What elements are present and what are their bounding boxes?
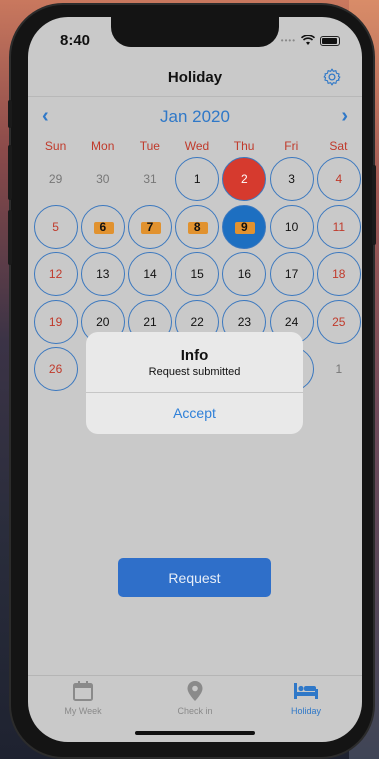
day-number: 5: [52, 219, 59, 234]
app-screen: 8:40 •••• Holiday ‹ Jan 2020 › Sun Mon Tue…: [28, 17, 362, 742]
navigation-bar: Holiday: [28, 59, 362, 97]
mute-switch: [8, 100, 12, 128]
weekday-sat: Sat: [329, 139, 348, 153]
day-number: 16: [237, 267, 252, 281]
weekday-fri: Fri: [284, 139, 299, 153]
power-button: [372, 165, 376, 245]
day-number: 8: [193, 219, 201, 234]
bed-icon: [261, 680, 351, 702]
calendar-day[interactable]: 3: [269, 157, 314, 201]
day-number: 31: [143, 172, 157, 186]
calendar-day[interactable]: 13: [80, 252, 125, 296]
calendar-icon: [38, 680, 128, 702]
day-number: 4: [335, 172, 343, 186]
day-number: 6: [99, 219, 107, 234]
tab-label: Check in: [177, 706, 213, 716]
weekday-wed: Wed: [184, 139, 210, 153]
accept-button[interactable]: Accept: [86, 392, 303, 434]
month-title: Jan 2020: [160, 107, 230, 126]
alert-title: Info: [180, 347, 209, 364]
day-number: 30: [96, 172, 110, 186]
day-number: 1: [335, 362, 343, 376]
home-indicator: [135, 731, 255, 735]
calendar-day-selected[interactable]: 9: [222, 204, 267, 249]
day-number: 26: [48, 362, 63, 376]
day-number: 29: [48, 172, 63, 186]
calendar-day[interactable]: 12: [33, 252, 78, 296]
calendar-day: 29: [34, 157, 78, 201]
calendar-day[interactable]: 5: [33, 204, 78, 249]
chevron-right-icon[interactable]: ›: [341, 105, 348, 127]
day-number: 22: [190, 314, 204, 329]
calendar-day[interactable]: 1: [175, 157, 220, 201]
wifi-icon: [301, 35, 315, 45]
month-header: ‹ Jan 2020 ›: [28, 105, 362, 129]
tab-check-in[interactable]: Check in: [150, 680, 240, 716]
day-number: 21: [143, 314, 157, 329]
calendar-day[interactable]: 17: [269, 252, 314, 296]
notch: [111, 17, 279, 47]
calendar-day[interactable]: 11: [316, 204, 361, 249]
day-number: 18: [332, 267, 346, 281]
tab-label: Holiday: [290, 706, 321, 716]
calendar-day[interactable]: 7: [128, 204, 172, 249]
calendar-day[interactable]: 14: [128, 252, 172, 296]
day-number: 25: [332, 314, 346, 329]
calendar-day[interactable]: 18: [316, 252, 361, 296]
battery-icon: [320, 35, 340, 46]
day-number: 19: [48, 314, 63, 329]
calendar-day-today[interactable]: 2: [222, 157, 267, 201]
day-number: 14: [143, 267, 157, 281]
day-number: 17: [284, 267, 299, 281]
day-number: 9: [241, 219, 248, 234]
calendar-day[interactable]: 25: [316, 299, 361, 344]
calendar-day[interactable]: 4: [316, 157, 361, 201]
day-number: 1: [193, 172, 201, 186]
tab-label: My Week: [64, 706, 102, 716]
day-number: 13: [96, 267, 110, 281]
volume-up-button: [8, 145, 12, 200]
calendar-day[interactable]: 10: [269, 204, 314, 249]
calendar-day: 1: [317, 347, 361, 391]
alert-message: Request submitted: [148, 366, 241, 378]
day-number: 15: [190, 267, 204, 281]
weekday-tue: Tue: [139, 139, 160, 153]
day-number: 11: [332, 219, 346, 234]
tab-my-week[interactable]: My Week: [38, 680, 128, 716]
calendar-day[interactable]: 19: [33, 299, 78, 344]
info-alert: Info Request submitted Accept: [86, 332, 303, 434]
day-number: 3: [288, 172, 295, 186]
calendar-day[interactable]: 8: [175, 204, 220, 249]
status-time: 8:40: [60, 32, 91, 49]
weekday-sun: Sun: [44, 139, 67, 153]
calendar-day[interactable]: 26: [33, 347, 78, 391]
calendar-day: 30: [81, 157, 125, 201]
weekday-mon: Mon: [91, 139, 115, 153]
calendar-day[interactable]: 15: [175, 252, 220, 296]
day-number: 2: [241, 172, 248, 186]
gear-icon[interactable]: [322, 67, 342, 87]
calendar-day[interactable]: 6: [80, 204, 125, 249]
day-number: 7: [146, 219, 154, 234]
signal-icon: ••••: [280, 36, 296, 45]
day-number: 12: [48, 267, 63, 281]
volume-down-button: [8, 210, 12, 265]
weekday-header: Sun Mon Tue Wed Thu Fri Sat: [32, 139, 362, 153]
tab-holiday[interactable]: Holiday: [261, 680, 351, 716]
location-pin-icon: [150, 680, 240, 702]
page-title: Holiday: [167, 69, 223, 86]
day-number: 24: [284, 314, 299, 329]
status-icons: ••••: [281, 35, 340, 46]
calendar-day: 31: [128, 157, 172, 201]
request-button[interactable]: Request: [118, 558, 271, 597]
weekday-thu: Thu: [233, 139, 255, 153]
calendar-day[interactable]: 16: [222, 252, 267, 296]
day-number: 10: [284, 219, 299, 234]
day-number: 20: [96, 314, 110, 329]
day-number: 23: [237, 314, 252, 329]
